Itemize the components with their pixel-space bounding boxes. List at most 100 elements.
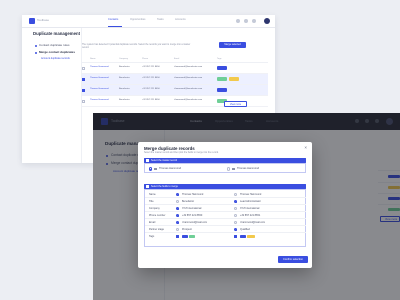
field-option-left[interactable]: Thomas Hammond xyxy=(176,192,203,196)
checkbox[interactable] xyxy=(176,235,180,239)
fields-box: Name Thomas Hammond Thomas Hammond Title… xyxy=(144,189,306,247)
field-label: Partner stage xyxy=(149,228,165,232)
row-checkbox[interactable] xyxy=(82,78,85,81)
radio-button[interactable] xyxy=(227,167,231,171)
row-phone: +32 857 221 8650 xyxy=(142,77,160,79)
brand-name: Toolbase xyxy=(37,18,50,22)
radio-button[interactable] xyxy=(234,192,238,196)
bullet-icon xyxy=(35,52,37,54)
field-row-name: Name Thomas Hammond Thomas Hammond xyxy=(145,191,306,198)
field-row-phone: Phone number +32 857 221 8650 +32 857 22… xyxy=(145,212,306,219)
tag-badge xyxy=(217,66,227,70)
close-icon[interactable]: × xyxy=(304,145,307,151)
row-phone: +32 857 221 8650 xyxy=(142,88,160,90)
merge-selected-button[interactable]: Merge selected xyxy=(219,42,246,48)
field-label: Tags xyxy=(149,235,155,239)
field-option-right[interactable]: +32 857 221 8651 xyxy=(234,213,260,217)
tag-badge xyxy=(189,234,195,238)
nav-item-opportunities[interactable]: Opportunities xyxy=(130,18,145,21)
table-row[interactable]: Thomas Hammond Benefactor +32 857 221 86… xyxy=(82,63,268,74)
view-more-button[interactable]: View more xyxy=(224,101,247,107)
sidebar-item-rules[interactable]: Contact duplicate rules xyxy=(39,43,70,47)
field-option-right[interactable]: XYZ International xyxy=(234,206,259,210)
nav-item-tasks[interactable]: Tasks xyxy=(157,18,164,21)
column-header: Company xyxy=(119,58,128,60)
radio-button[interactable] xyxy=(176,206,180,210)
row-company: Benefactor xyxy=(119,77,130,79)
sidebar xyxy=(22,28,82,163)
field-option-right[interactable]: Thomas Hammond xyxy=(234,192,262,196)
field-value: XYZ International xyxy=(182,206,202,210)
radio-button[interactable] xyxy=(176,192,180,196)
section-check-icon xyxy=(146,159,149,162)
field-option-left[interactable]: Prospect xyxy=(176,227,192,231)
settings-icon[interactable] xyxy=(252,19,256,23)
bell-icon[interactable] xyxy=(244,19,248,23)
row-name[interactable]: Thomas Hammond xyxy=(90,66,109,68)
field-value: Thomas Hammond xyxy=(240,192,262,196)
app-logo[interactable] xyxy=(29,18,35,24)
radio-button[interactable] xyxy=(176,227,180,231)
radio-button[interactable] xyxy=(234,199,238,203)
field-value: t.hammond@mail.com xyxy=(240,220,266,224)
page-title: Duplicate management xyxy=(33,31,81,36)
radio-button[interactable] xyxy=(176,213,180,217)
search-icon[interactable] xyxy=(236,19,240,23)
nav-item-accounts[interactable]: Accounts xyxy=(175,18,186,21)
top-navbar: Toolbase Contacts Opportunities Tasks Ac… xyxy=(22,15,275,28)
row-checkbox[interactable] xyxy=(82,67,85,70)
avatar[interactable] xyxy=(264,18,270,24)
field-option-left[interactable]: XYZ International xyxy=(176,206,202,210)
master-section-label: Select the master record xyxy=(151,159,178,162)
radio-button[interactable] xyxy=(234,220,238,224)
row-company: Benefactor xyxy=(119,88,130,90)
sidebar-link-accounts[interactable]: Account duplicate records xyxy=(41,57,70,60)
tag-badge xyxy=(182,234,188,238)
master-option[interactable]: Thomas Hammond xyxy=(227,166,259,172)
radio-button[interactable] xyxy=(176,199,180,203)
field-label: Email xyxy=(149,221,156,225)
field-row-title: Title Benefactor Lead Administrator xyxy=(145,198,306,205)
checkbox[interactable] xyxy=(234,235,238,239)
field-value: Lead Administrator xyxy=(240,199,261,203)
field-label: Title xyxy=(149,200,154,204)
field-option-right[interactable]: Lead Administrator xyxy=(234,199,261,203)
table-row[interactable]: Thomas Hammond Benefactor +32 857 221 86… xyxy=(82,74,268,85)
row-name[interactable]: Thomas Hammond xyxy=(90,99,109,101)
radio-button[interactable] xyxy=(234,213,238,217)
row-checkbox[interactable] xyxy=(82,89,85,92)
row-email: t.hammond@benefactor.com xyxy=(174,88,203,90)
merge-modal: Merge duplicate records Select the maste… xyxy=(138,142,312,268)
sidebar-item-merge[interactable]: Merge contact duplicates xyxy=(39,50,75,54)
row-checkbox[interactable] xyxy=(82,100,85,103)
field-option-right[interactable]: Qualified xyxy=(234,227,250,231)
radio-button[interactable] xyxy=(176,220,180,224)
description-text: The system has detected 3 potential dupl… xyxy=(82,44,191,50)
row-name[interactable]: Thomas Hammond xyxy=(90,88,109,90)
field-option-left[interactable]: +32 857 221 8650 xyxy=(176,213,202,217)
radio-button[interactable] xyxy=(234,206,238,210)
field-value: t.hammond@mail.com xyxy=(182,220,208,224)
table-row[interactable]: Thomas Hammond Benefactor +32 857 221 86… xyxy=(82,85,268,96)
row-email: t.hammond@benefactor.com xyxy=(174,99,203,101)
radio-button[interactable] xyxy=(234,227,238,231)
row-name[interactable]: Thomas Hammond xyxy=(90,77,109,79)
confirm-selection-button[interactable]: Confirm selection xyxy=(278,256,308,263)
nav-item-contacts[interactable]: Contacts xyxy=(108,18,118,21)
tag-badge xyxy=(229,77,239,81)
bullet-icon xyxy=(35,45,37,47)
record-icon xyxy=(232,167,235,171)
row-email: t.hammond@benefactor.com xyxy=(174,77,203,79)
field-row-company: Company XYZ International XYZ Internatio… xyxy=(145,205,306,212)
field-option-right[interactable]: t.hammond@mail.com xyxy=(234,220,266,224)
field-label: Name xyxy=(149,193,156,197)
tag-badge xyxy=(247,234,255,238)
row-company: Benefactor xyxy=(119,66,130,68)
field-value: Prospect xyxy=(182,227,192,231)
modal-subtitle: Select the master record and then pick t… xyxy=(144,152,219,154)
row-company: Benefactor xyxy=(119,99,130,101)
master-option[interactable]: Thomas Hammond xyxy=(149,166,181,172)
radio-button[interactable] xyxy=(149,167,153,171)
field-option-left[interactable]: Benefactor xyxy=(176,199,194,203)
field-option-left[interactable]: t.hammond@mail.com xyxy=(176,220,208,224)
